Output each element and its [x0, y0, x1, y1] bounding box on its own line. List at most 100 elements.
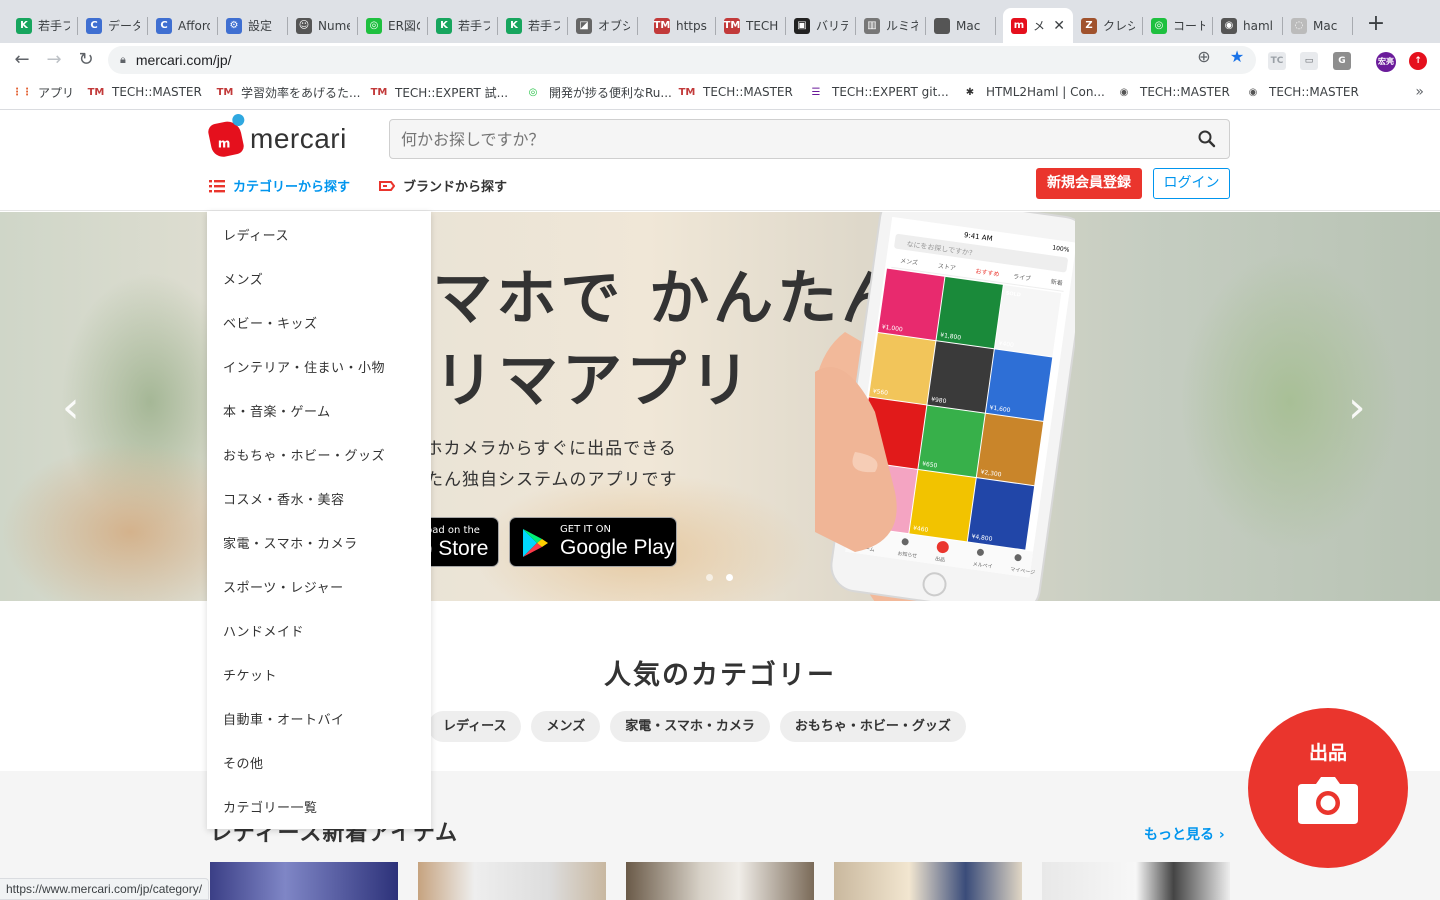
- nav-category[interactable]: カテゴリーから探す: [209, 176, 350, 195]
- search-box[interactable]: [389, 119, 1230, 159]
- category-menu-item[interactable]: 自動車・オートバイ: [223, 709, 345, 728]
- item-thumbnail[interactable]: [210, 862, 398, 900]
- tab-strip: K 若手フ C データ C Afford ⚙ 設定 ☺ Nume ◎ ER図の K 若手フ K 若手フ ◪ オブジ…: [0, 0, 1440, 43]
- browser-tab[interactable]: Z クレジ: [1073, 8, 1143, 43]
- bookmark-favicon-icon: ◉: [1248, 86, 1258, 98]
- bookmark-label: アプリ: [38, 86, 75, 100]
- category-chip[interactable]: おもちゃ・ホビー・グッズ: [779, 711, 966, 742]
- tab-title: オブジ: [598, 19, 630, 33]
- category-menu-item[interactable]: コスメ・香水・美容: [223, 489, 345, 508]
- browser-tab[interactable]: K 若手フ: [428, 8, 498, 43]
- tab-favicon-icon: ☺: [296, 17, 312, 34]
- tab-title: ルミネ: [886, 19, 918, 33]
- browser-tab[interactable]: ▥ ルミネ: [856, 8, 926, 43]
- category-menu-item[interactable]: インテリア・住まい・小物: [223, 357, 385, 376]
- category-chip[interactable]: レディース: [428, 711, 522, 742]
- search-input[interactable]: [401, 129, 1161, 149]
- bookmark-favicon-icon: ✱: [965, 86, 975, 98]
- browser-tab[interactable]: K 若手フ: [8, 8, 78, 43]
- browser-tab[interactable]: ◎ ER図の: [358, 8, 428, 43]
- sell-button[interactable]: 出品: [1248, 708, 1408, 868]
- item-thumbnail[interactable]: [418, 862, 606, 900]
- extension-tc-icon[interactable]: TC: [1268, 52, 1286, 70]
- category-menu-item[interactable]: スポーツ・レジャー: [223, 577, 344, 596]
- search-icon[interactable]: [1197, 129, 1217, 149]
- carousel-dot-active[interactable]: [726, 574, 733, 581]
- browser-tab[interactable]: ◉ haml: [1213, 8, 1283, 43]
- tab-favicon-icon: m: [1011, 17, 1027, 34]
- add-icon[interactable]: ⊕: [1193, 47, 1215, 66]
- close-tab-icon[interactable]: ✕: [1053, 18, 1065, 34]
- bookmark-star-icon[interactable]: ★: [1226, 47, 1248, 66]
- signup-button[interactable]: 新規会員登録: [1036, 168, 1142, 199]
- browser-tab[interactable]: K 若手フ: [498, 8, 568, 43]
- nav-brand[interactable]: ブランドから探す: [379, 176, 507, 195]
- browser-tab[interactable]: m メ ✕: [1003, 8, 1073, 43]
- google-play-button[interactable]: GET IT ON Google Play: [509, 517, 677, 567]
- browser-tab[interactable]: ◪ オブジ: [568, 8, 638, 43]
- item-thumbnail[interactable]: [834, 862, 1022, 900]
- extension-g-icon[interactable]: G: [1333, 52, 1351, 70]
- bookmark-item[interactable]: ☰ TECH::EXPERT git...: [808, 84, 949, 100]
- browser-tab[interactable]: TM https: [646, 8, 716, 43]
- bookmark-label: TECH::EXPERT 試...: [395, 86, 509, 100]
- browser-tab[interactable]: Mac: [926, 8, 996, 43]
- browser-tab[interactable]: ◎ コート: [1143, 8, 1213, 43]
- mercari-logo-icon: m: [206, 112, 246, 159]
- browser-tab[interactable]: ☺ Nume: [288, 8, 358, 43]
- bookmark-item[interactable]: TM TECH::MASTER: [679, 84, 793, 100]
- category-menu-item[interactable]: チケット: [223, 665, 277, 684]
- carousel-prev-icon[interactable]: ‹: [62, 382, 80, 433]
- category-menu-item[interactable]: ベビー・キッズ: [223, 313, 318, 332]
- browser-tab[interactable]: ◌ Mac: [1283, 8, 1353, 43]
- tab-favicon-icon: K: [506, 17, 522, 34]
- browser-tab[interactable]: C データ: [78, 8, 148, 43]
- bookmark-item[interactable]: TM TECH::MASTER: [88, 84, 202, 100]
- extension-cast-icon[interactable]: ▭: [1300, 52, 1318, 70]
- browser-tab[interactable]: C Afford: [148, 8, 218, 43]
- bookmark-favicon-icon: TM: [678, 86, 696, 98]
- bookmark-item[interactable]: ⋮⋮ アプリ: [12, 84, 75, 101]
- back-button[interactable]: ←: [10, 49, 34, 71]
- bookmark-item[interactable]: TM TECH::EXPERT 試...: [371, 84, 508, 101]
- bookmark-item[interactable]: ✱ HTML2Haml | Con...: [962, 84, 1105, 100]
- bookmark-item[interactable]: ◎ 開発が捗る便利なRu...: [525, 84, 672, 101]
- browser-tab[interactable]: ▣ バリテ: [786, 8, 856, 43]
- address-bar[interactable]: 🔒︎ mercari.com/jp/: [108, 46, 1256, 74]
- new-tab-button[interactable]: +: [1364, 13, 1388, 37]
- carousel-dots: [706, 574, 746, 581]
- login-button[interactable]: ログイン: [1153, 168, 1230, 199]
- category-menu-item[interactable]: レディース: [223, 225, 289, 244]
- reload-button[interactable]: ↻: [74, 49, 98, 71]
- item-thumbnail[interactable]: [1042, 862, 1230, 900]
- category-menu-item[interactable]: カテゴリー一覧: [223, 797, 318, 816]
- category-menu-item[interactable]: その他: [223, 753, 264, 772]
- category-menu-item[interactable]: 本・音楽・ゲーム: [223, 401, 331, 420]
- hero-subtext-1: スマホカメラからすぐに出品できる: [390, 439, 677, 459]
- see-more-link[interactable]: もっと見る ›: [1144, 824, 1225, 844]
- tab-title: クレジ: [1103, 19, 1135, 33]
- category-chip[interactable]: 家電・スマホ・カメラ: [610, 711, 770, 742]
- category-menu-item[interactable]: ハンドメイド: [223, 621, 304, 640]
- category-menu-item[interactable]: 家電・スマホ・カメラ: [223, 533, 358, 552]
- category-menu-item[interactable]: メンズ: [223, 269, 263, 288]
- bookmark-item[interactable]: TM 学習効率をあげるた...: [217, 84, 361, 101]
- bookmark-item[interactable]: ◉ TECH::MASTER: [1116, 84, 1230, 100]
- carousel-dot[interactable]: [706, 574, 713, 581]
- update-icon[interactable]: ↑: [1409, 52, 1427, 70]
- bookmark-label: TECH::MASTER: [703, 85, 793, 99]
- carousel-next-icon[interactable]: ›: [1348, 382, 1366, 433]
- hero-subtext-2: かんたん独自システムのアプリです: [390, 470, 678, 490]
- phone-nav-label: 出品: [935, 555, 946, 563]
- browser-tab[interactable]: TM TECH: [716, 8, 786, 43]
- browser-tab[interactable]: ⚙ 設定: [218, 8, 288, 43]
- bookmarks-overflow-icon[interactable]: »: [1415, 84, 1424, 100]
- category-chip[interactable]: メンズ: [531, 711, 601, 742]
- item-thumbnail[interactable]: [626, 862, 814, 900]
- forward-button[interactable]: →: [42, 49, 66, 71]
- category-menu-item[interactable]: おもちゃ・ホビー・グッズ: [223, 445, 385, 464]
- bookmark-item[interactable]: ◉ TECH::MASTER: [1245, 84, 1359, 100]
- tab-favicon-icon: K: [16, 17, 32, 34]
- mercari-logo[interactable]: m mercari: [206, 112, 347, 159]
- profile-avatar[interactable]: 宏亮: [1376, 52, 1396, 72]
